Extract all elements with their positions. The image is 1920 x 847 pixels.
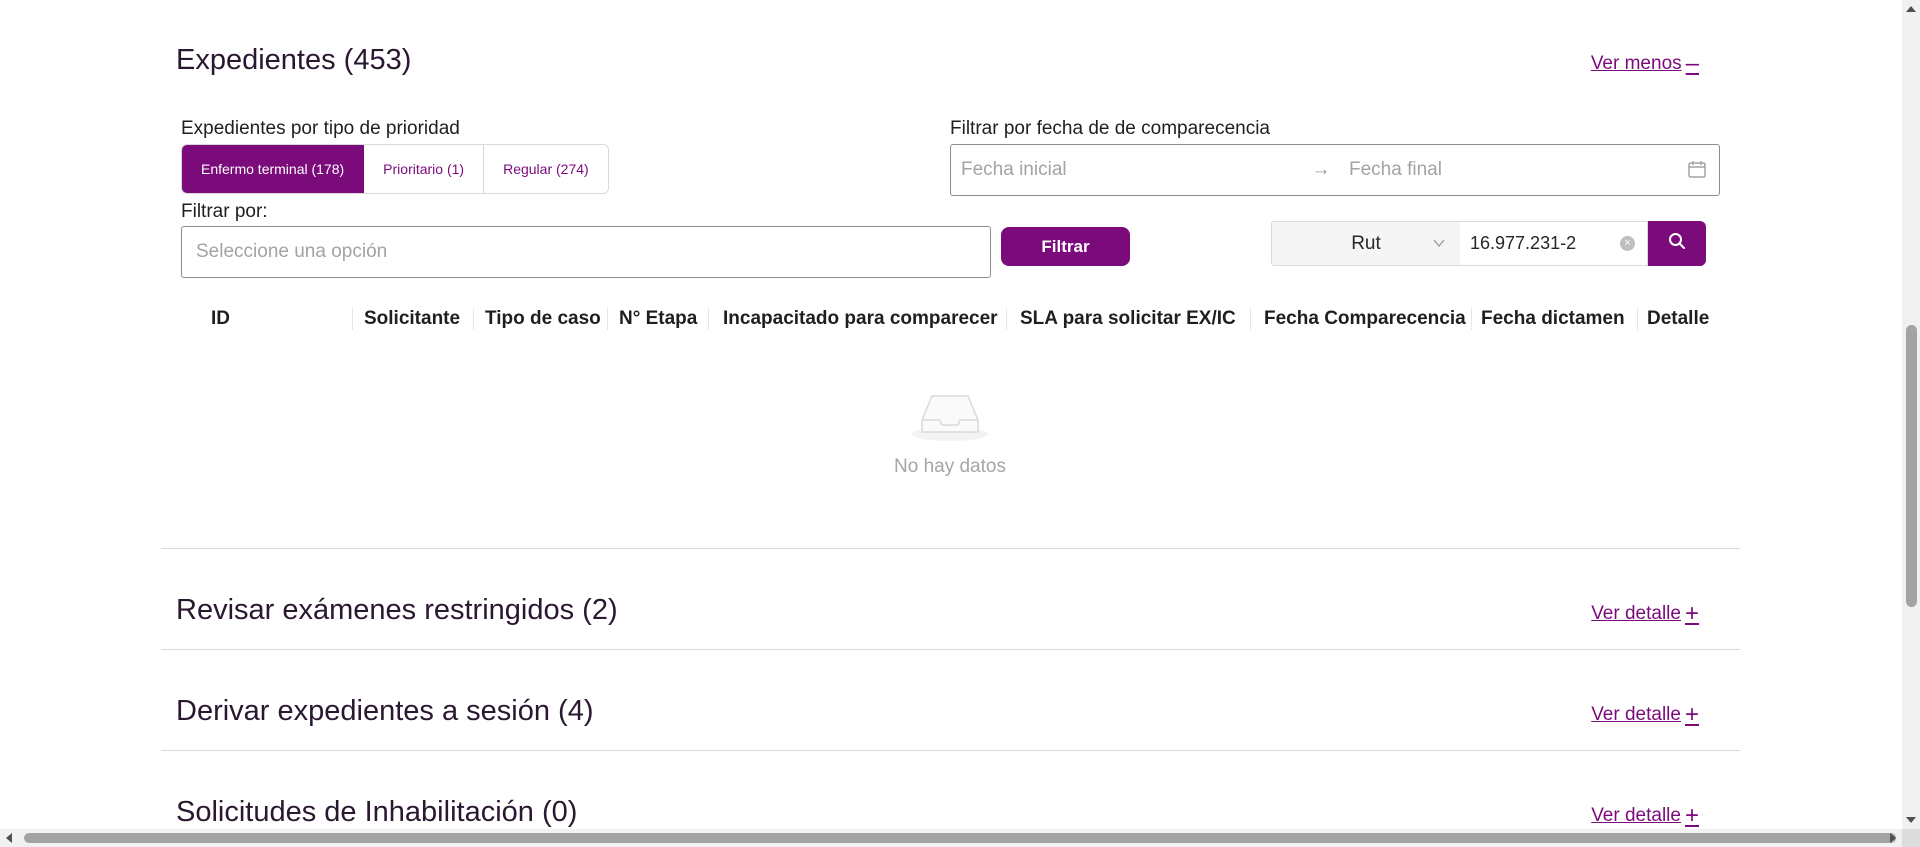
priority-button-prioritario[interactable]: Prioritario (1) <box>364 145 485 193</box>
column-header-detalle: Detalle <box>1637 300 1717 338</box>
filter-label: Filtrar por: <box>181 201 268 222</box>
section-divider <box>161 548 1740 549</box>
section-divider <box>161 649 1740 650</box>
table-header: ID Solicitante Tipo de caso N° Etapa Inc… <box>199 300 1717 338</box>
scroll-right-arrow-icon[interactable] <box>1890 833 1896 843</box>
scroll-left-arrow-icon[interactable] <box>6 833 12 843</box>
priority-button-group: Enfermo terminal (178) Prioritario (1) R… <box>181 144 609 194</box>
plus-icon: + <box>1684 802 1699 829</box>
column-header-sla: SLA para solicitar EX/IC <box>1006 300 1250 338</box>
priority-label: Expedientes por tipo de prioridad <box>181 118 460 139</box>
column-header-incapacitado: Incapacitado para comparecer <box>708 300 1006 338</box>
chevron-down-icon <box>1432 234 1446 256</box>
expedientes-title: Expedientes (453) <box>176 44 412 76</box>
empty-inbox-icon <box>900 390 1000 447</box>
column-header-id: ID <box>211 308 230 329</box>
calendar-icon[interactable] <box>1687 159 1709 181</box>
ver-menos-label: Ver menos <box>1590 53 1682 74</box>
column-header-fecha-dictamen: Fecha dictamen <box>1471 300 1637 338</box>
column-header-etapa: N° Etapa <box>607 300 708 338</box>
horizontal-scrollbar-thumb[interactable] <box>24 833 1896 843</box>
section-title-solicitudes-inhabilitacion: Solicitudes de Inhabilitación (0) <box>176 796 578 828</box>
search-type-value: Rut <box>1351 232 1381 254</box>
plus-icon: + <box>1684 701 1699 728</box>
ver-detalle-link-derivar-expedientes[interactable]: Ver detalle + <box>1591 703 1699 727</box>
section-title-derivar-expedientes: Derivar expedientes a sesión (4) <box>176 695 594 727</box>
column-header-solicitante: Solicitante <box>352 300 473 338</box>
scrollbar-corner <box>1902 829 1920 847</box>
vertical-scrollbar-thumb[interactable] <box>1906 325 1917 607</box>
horizontal-scrollbar[interactable] <box>0 829 1920 847</box>
ver-detalle-link-revisar-examenes[interactable]: Ver detalle + <box>1591 602 1699 626</box>
scroll-up-arrow-icon[interactable] <box>1906 6 1916 12</box>
priority-button-enfermo-terminal[interactable]: Enfermo terminal (178) <box>182 145 365 193</box>
date-filter-label: Filtrar por fecha de de comparecencia <box>950 118 1270 139</box>
scroll-down-arrow-icon[interactable] <box>1906 817 1916 823</box>
search-input-value: 16.977.231-2 <box>1470 233 1577 253</box>
date-range-picker[interactable]: Fecha inicial → Fecha final <box>950 144 1720 196</box>
section-divider <box>161 750 1740 751</box>
column-header-tipo-caso: Tipo de caso <box>473 300 607 338</box>
search-button[interactable] <box>1648 221 1706 266</box>
plus-icon: + <box>1684 600 1699 627</box>
date-start-input[interactable]: Fecha inicial <box>961 159 1301 181</box>
arrow-right-icon: → <box>1311 159 1331 180</box>
priority-button-regular[interactable]: Regular (274) <box>484 145 608 193</box>
clear-icon[interactable]: × <box>1620 236 1635 251</box>
search-input[interactable]: 16.977.231-2 × <box>1460 221 1648 266</box>
section-title-revisar-examenes: Revisar exámenes restringidos (2) <box>176 594 618 626</box>
date-end-input[interactable]: Fecha final <box>1341 159 1687 181</box>
minus-icon: – <box>1685 50 1699 77</box>
filtrar-button[interactable]: Filtrar <box>1001 227 1130 266</box>
vertical-scrollbar[interactable] <box>1902 0 1920 829</box>
ver-detalle-label: Ver detalle <box>1591 603 1681 624</box>
page: Expedientes (453) Ver menos – Expediente… <box>0 0 1902 829</box>
search-icon <box>1667 231 1687 256</box>
search-type-select[interactable]: Rut <box>1271 221 1461 266</box>
ver-detalle-label: Ver detalle <box>1591 704 1681 725</box>
ver-detalle-link-solicitudes-inhabilitacion[interactable]: Ver detalle + <box>1591 804 1699 828</box>
ver-menos-link[interactable]: Ver menos – <box>1591 52 1699 76</box>
filter-select[interactable]: Seleccione una opción <box>181 226 991 278</box>
empty-text: No hay datos <box>894 456 1006 477</box>
column-header-fecha-comparecencia: Fecha Comparecencia <box>1250 300 1471 338</box>
ver-detalle-label: Ver detalle <box>1591 805 1681 826</box>
